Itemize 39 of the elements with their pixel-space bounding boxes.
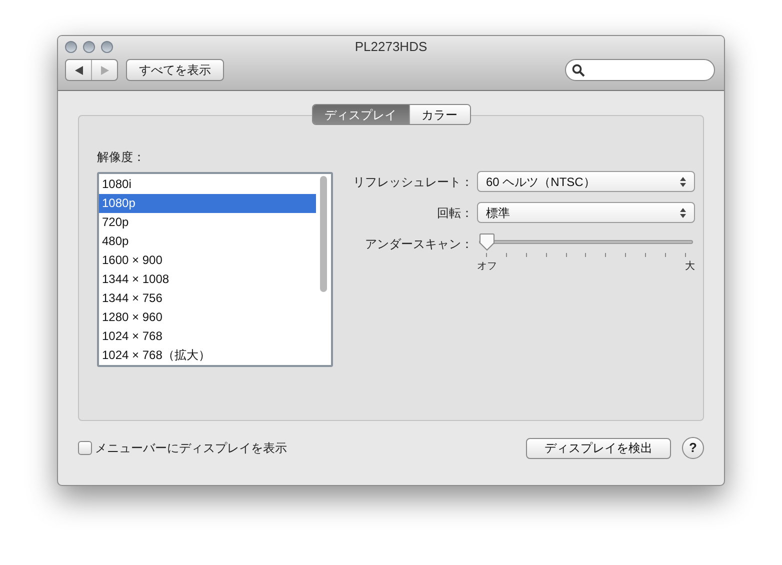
rotation-popup[interactable]: 標準 — [477, 202, 695, 223]
list-item[interactable]: 1344 × 1008 — [99, 270, 316, 289]
list-item[interactable]: 1024 × 768（拡大） — [99, 346, 316, 365]
back-icon[interactable] — [74, 66, 82, 74]
search-icon — [572, 64, 585, 76]
list-item[interactable]: 1280 × 960 — [99, 308, 316, 327]
search-field[interactable] — [565, 59, 715, 81]
window-control-icon[interactable] — [83, 41, 95, 53]
list-item[interactable]: 1080i — [99, 175, 316, 194]
detect-displays-button[interactable]: ディスプレイを検出 — [526, 438, 671, 458]
list-item[interactable]: 1344 × 756 — [99, 289, 316, 308]
window-control-icon[interactable] — [65, 41, 77, 53]
forward-icon[interactable] — [100, 66, 108, 74]
stepper-arrows-icon — [680, 208, 686, 218]
field-label: リフレッシュレート： — [352, 174, 473, 190]
list-item[interactable]: 1600 × 900 — [99, 251, 316, 270]
scrollbar-thumb[interactable] — [320, 176, 327, 292]
help-button[interactable]: ? — [682, 437, 704, 459]
list-item[interactable]: 480p — [99, 232, 316, 251]
show-all-button[interactable]: すべてを表示 — [126, 59, 224, 81]
slider-track[interactable] — [479, 233, 693, 251]
list-item[interactable]: 1024 × 768 — [99, 327, 316, 346]
tab[interactable]: カラー — [410, 105, 470, 124]
window-title: PL2273HDS — [354, 38, 428, 56]
slider-max-label: 大 — [685, 260, 695, 274]
list-item[interactable]: 1080p — [99, 194, 316, 213]
window-control-icon[interactable] — [101, 41, 113, 53]
tab[interactable]: ディスプレイ — [312, 105, 410, 124]
checkbox-label: メニューバーにディスプレイを表示 — [95, 440, 287, 457]
slider-min-label: オフ — [477, 260, 497, 274]
resolution-label: 解像度： — [97, 149, 146, 166]
slider-thumb[interactable] — [479, 233, 495, 251]
back-forward-control[interactable] — [65, 59, 118, 81]
stepper-arrows-icon — [680, 176, 686, 186]
refresh-rate-popup[interactable]: 60 ヘルツ（NTSC） — [477, 171, 695, 192]
field-label: 回転： — [436, 204, 473, 222]
checkbox[interactable] — [78, 441, 92, 455]
list-item[interactable]: 720p — [99, 213, 316, 232]
field-label: アンダースキャン： — [364, 236, 473, 253]
